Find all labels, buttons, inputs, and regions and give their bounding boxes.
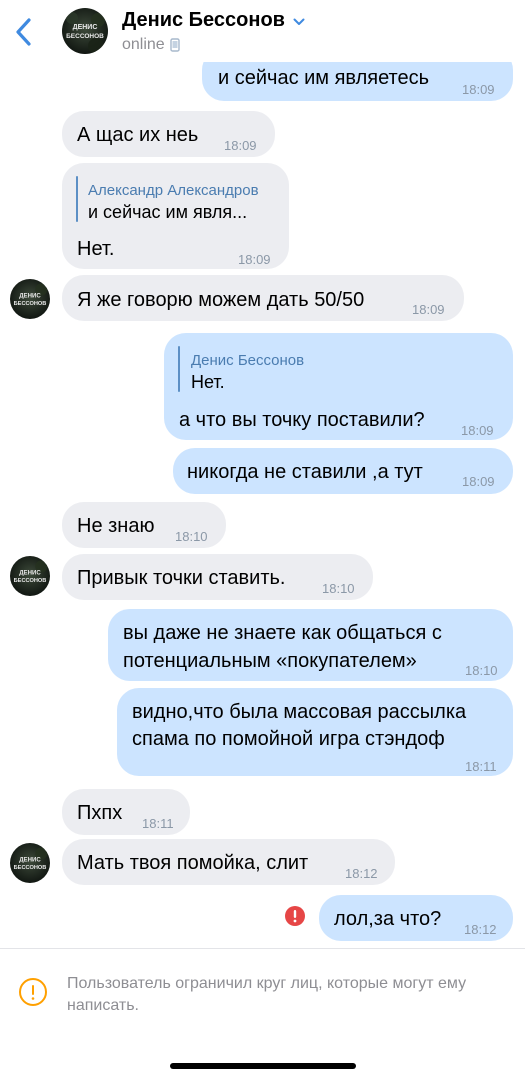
contact-name[interactable]: Денис Бессонов [122,9,285,32]
message-incoming[interactable]: Привык точки ставить. 18:10 [62,554,373,600]
message-incoming[interactable]: Александр Александров и сейчас им явля..… [62,163,289,269]
svg-text:БЕССОНОВ: БЕССОНОВ [14,865,47,871]
svg-text:БЕССОНОВ: БЕССОНОВ [14,578,47,584]
message-time: 18:11 [465,759,497,774]
home-indicator[interactable] [170,1063,356,1069]
chat-header: ДЕНИС БЕССОНОВ Денис Бессонов online [0,0,525,62]
message-text-line-2: потенциальным «покупателем» [123,650,417,672]
svg-text:БЕССОНОВ: БЕССОНОВ [66,33,104,40]
message-time: 18:09 [462,82,495,97]
message-outgoing[interactable]: Денис Бессонов Нет. а что вы точку поста… [164,333,513,440]
svg-text:ДЕНИС: ДЕНИС [19,292,41,299]
message-text: Не знаю [77,515,155,537]
send-failed-icon[interactable] [285,906,305,926]
message-incoming[interactable]: Я же говорю можем дать 50/50 18:09 [62,275,464,321]
message-text-line-2: спама по помойной игра стэндоф [132,728,445,750]
reply-quote-bar [178,346,180,392]
mobile-phone-icon [170,38,180,52]
svg-text:БЕССОНОВ: БЕССОНОВ [14,301,47,307]
message-incoming[interactable]: Мать твоя помойка, слит 18:12 [62,839,395,885]
message-time: 18:11 [142,816,174,831]
message-incoming[interactable]: А щас их неь 18:09 [62,111,275,157]
message-text: и сейчас им являетесь [218,67,430,89]
message-text: а что вы точку поставили? [179,409,425,431]
message-time: 18:09 [224,138,257,153]
message-outgoing[interactable]: вы даже не знаете как общаться с потенци… [108,609,513,681]
message-text: никогда не ставили ,а тут [187,461,423,483]
message-time: 18:10 [175,529,208,544]
message-text-line-1: видно,что была массовая рассылка [132,701,467,723]
message-time: 18:09 [412,302,445,317]
restriction-text: Пользователь ограничил круг лиц, которые… [67,975,467,1014]
message-outgoing[interactable]: лол,за что? 18:12 [319,895,513,941]
svg-text:ДЕНИС: ДЕНИС [73,24,98,31]
warning-icon [19,978,47,1006]
message-outgoing[interactable]: видно,что была массовая рассылка спама п… [117,688,513,776]
message-time: 18:10 [322,581,355,596]
message-time: 18:09 [238,252,271,267]
contact-avatar[interactable]: ДЕНИС БЕССОНОВ [62,8,108,54]
chevron-left-icon [16,18,31,46]
message-text: лол,за что? [334,908,442,930]
sender-avatar[interactable]: ДЕНИС БЕССОНОВ [10,279,50,319]
message-outgoing[interactable]: никогда не ставили ,а тут 18:09 [173,448,513,494]
message-text: Привык точки ставить. [77,567,286,589]
reply-quote-bar [76,176,78,222]
message-time: 18:12 [464,922,497,937]
back-button[interactable] [8,14,38,50]
message-text: Я же говорю можем дать 50/50 [77,289,365,311]
message-time: 18:09 [461,423,494,438]
message-incoming[interactable]: Не знаю 18:10 [62,502,226,548]
message-list[interactable]: и сейчас им являетесь 18:09 А щас их неь… [0,0,525,948]
message-text-line-1: вы даже не знаете как общаться с [123,622,442,644]
sender-avatar[interactable]: ДЕНИС БЕССОНОВ [10,843,50,883]
message-text: Нет. [77,238,115,260]
message-incoming[interactable]: Пхпх 18:11 [62,789,190,835]
restriction-notice: Пользователь ограничил круг лиц, которые… [0,948,525,1081]
online-status: online [122,36,165,53]
reply-text: Нет. [191,372,225,392]
reply-text: и сейчас им явля... [88,202,248,222]
message-time: 18:12 [345,866,378,881]
message-time: 18:10 [465,663,498,678]
message-text: Мать твоя помойка, слит [77,852,309,874]
message-text: Пхпх [77,802,123,824]
message-text: А щас их неь [77,124,199,146]
chevron-down-icon[interactable] [293,18,305,26]
svg-text:ДЕНИС: ДЕНИС [19,569,41,576]
message-time: 18:09 [462,474,495,489]
svg-text:ДЕНИС: ДЕНИС [19,856,41,863]
sender-avatar[interactable]: ДЕНИС БЕССОНОВ [10,556,50,596]
